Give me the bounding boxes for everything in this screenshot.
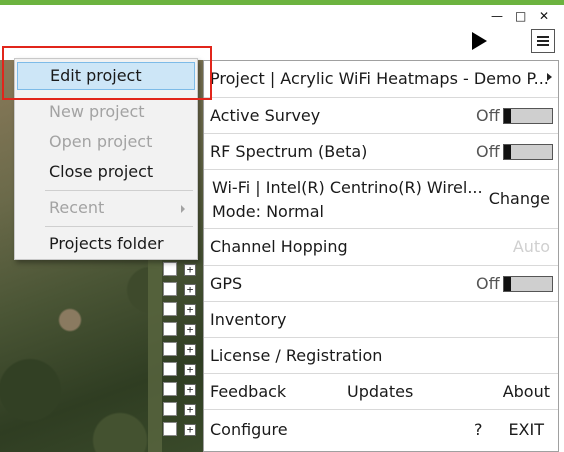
minimize-icon[interactable]: — — [491, 8, 503, 24]
layer-checkbox[interactable] — [163, 422, 177, 436]
menu-row-configure: Configure ? EXIT — [204, 410, 558, 451]
updates-button[interactable]: Updates — [347, 382, 413, 402]
hamburger-icon[interactable] — [531, 29, 555, 53]
annotation-highlight-box — [2, 46, 212, 100]
menu-separator — [45, 226, 193, 227]
maximize-icon[interactable]: □ — [515, 8, 526, 24]
layer-checkbox[interactable] — [163, 302, 177, 316]
menu-item-recent: Recent — [17, 195, 195, 223]
menu-separator — [45, 190, 193, 191]
wifi-mode: Mode: Normal — [212, 202, 324, 222]
layer-checkbox[interactable] — [163, 262, 177, 276]
expand-icon[interactable]: + — [184, 264, 196, 276]
projects-folder-label: Projects folder — [49, 234, 164, 253]
top-accent-bar — [0, 0, 564, 5]
expand-icon[interactable]: + — [184, 304, 196, 316]
layer-checkbox-column: + + + + + + + + + — [163, 262, 203, 442]
open-project-label: Open project — [49, 132, 153, 151]
change-button[interactable]: Change — [489, 189, 550, 209]
layer-checkbox[interactable] — [163, 342, 177, 356]
expand-icon[interactable]: + — [184, 344, 196, 356]
layer-checkbox[interactable] — [163, 322, 177, 336]
expand-icon[interactable]: + — [184, 284, 196, 296]
layer-checkbox[interactable] — [163, 382, 177, 396]
project-label: Project | Acrylic WiFi Heatmaps - Demo P… — [210, 69, 549, 88]
menu-row-feedback: Feedback Updates About — [204, 374, 558, 410]
expand-icon[interactable]: + — [184, 424, 196, 436]
menu-item-new-project: New project — [17, 99, 195, 127]
menu-item-projects-folder[interactable]: Projects folder — [17, 231, 195, 259]
expand-icon[interactable]: + — [184, 324, 196, 336]
channel-hopping-label: Channel Hopping — [210, 237, 348, 256]
menu-item-inventory[interactable]: Inventory — [204, 302, 558, 338]
submenu-arrow-icon — [547, 73, 552, 81]
menu-item-gps[interactable]: GPS Off — [204, 266, 558, 302]
rf-spectrum-toggle[interactable]: Off — [476, 142, 553, 161]
exit-button[interactable]: EXIT — [508, 420, 544, 440]
mode-value: Normal — [266, 202, 324, 221]
menu-item-active-survey[interactable]: Active Survey Off — [204, 98, 558, 134]
license-label: License / Registration — [210, 346, 383, 365]
toggle-state-label: Off — [476, 106, 500, 125]
close-icon[interactable]: ✕ — [539, 8, 549, 24]
menu-item-rf-spectrum[interactable]: RF Spectrum (Beta) Off — [204, 134, 558, 170]
active-survey-toggle[interactable]: Off — [476, 106, 553, 125]
gps-toggle[interactable]: Off — [476, 274, 553, 293]
toggle-state-label: Off — [476, 274, 500, 293]
active-survey-label: Active Survey — [210, 106, 321, 125]
menu-item-channel-hopping[interactable]: Channel Hopping Auto — [204, 229, 558, 266]
recent-label: Recent — [49, 198, 105, 217]
inventory-label: Inventory — [210, 310, 287, 329]
wifi-adapter-label: Wi-Fi | Intel(R) Centrino(R) Wirel... — [212, 178, 483, 197]
layer-checkbox[interactable] — [163, 402, 177, 416]
configure-button[interactable]: Configure — [210, 420, 288, 440]
menu-item-license[interactable]: License / Registration — [204, 338, 558, 374]
play-icon[interactable] — [472, 32, 487, 50]
expand-icon[interactable]: + — [184, 404, 196, 416]
menu-item-wifi[interactable]: Wi-Fi | Intel(R) Centrino(R) Wirel... Mo… — [204, 170, 558, 229]
help-button[interactable]: ? — [474, 420, 483, 440]
mode-label: Mode: — [212, 202, 261, 221]
layer-checkbox[interactable] — [163, 282, 177, 296]
new-project-label: New project — [49, 102, 145, 121]
layer-checkbox[interactable] — [163, 362, 177, 376]
menu-item-open-project: Open project — [17, 129, 195, 157]
menu-item-project[interactable]: Project | Acrylic WiFi Heatmaps - Demo P… — [204, 61, 558, 98]
submenu-arrow-icon — [181, 205, 185, 213]
menu-item-close-project[interactable]: Close project — [17, 159, 195, 187]
toggle-state-label: Off — [476, 142, 500, 161]
feedback-button[interactable]: Feedback — [210, 382, 286, 402]
about-button[interactable]: About — [503, 382, 550, 402]
close-project-label: Close project — [49, 162, 154, 181]
channel-hopping-value: Auto — [512, 237, 550, 256]
expand-icon[interactable]: + — [184, 364, 196, 376]
expand-icon[interactable]: + — [184, 384, 196, 396]
rf-spectrum-label: RF Spectrum (Beta) — [210, 142, 368, 161]
gps-label: GPS — [210, 274, 243, 293]
main-menu: Project | Acrylic WiFi Heatmaps - Demo P… — [203, 60, 559, 452]
